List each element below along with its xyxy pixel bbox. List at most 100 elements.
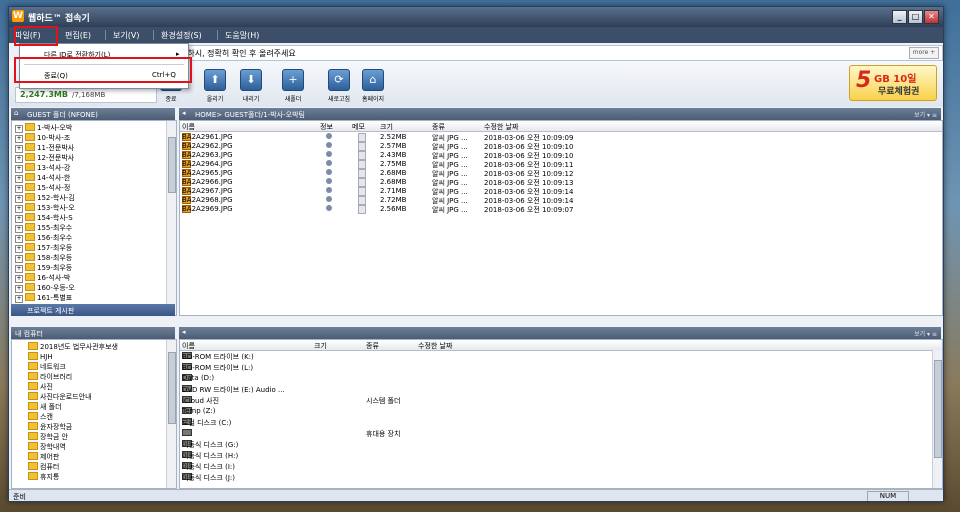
- upload-button[interactable]: ⬆ 올리기: [199, 69, 231, 103]
- new-folder-button[interactable]: + 새폴더: [277, 69, 309, 103]
- expand-icon[interactable]: +: [15, 205, 23, 213]
- folder-tree-item[interactable]: +15-석사-정: [15, 183, 70, 193]
- folder-tree-item[interactable]: +153-학사-오: [15, 203, 75, 213]
- expand-icon[interactable]: +: [15, 215, 23, 223]
- expand-icon[interactable]: +: [15, 195, 23, 203]
- file-row[interactable]: BA2A2962.JPG 2.57MB 알씨 JPG ... 2018-03-06 오…: [180, 142, 932, 151]
- col-size[interactable]: 크기: [380, 122, 393, 132]
- menu-view[interactable]: 보기(V): [113, 30, 139, 41]
- col-date[interactable]: 수정한 날짜: [484, 122, 518, 132]
- folder-tree-item[interactable]: +10-박사-조: [15, 133, 70, 143]
- expand-icon[interactable]: +: [15, 185, 23, 193]
- folder-tree-item[interactable]: +13-석사-강: [15, 163, 70, 173]
- local-tree-item[interactable]: 스캔: [26, 412, 53, 421]
- local-tree-item[interactable]: 사진: [26, 382, 53, 391]
- homepage-button[interactable]: ⌂ 홈페이지: [357, 69, 389, 103]
- expand-icon[interactable]: +: [15, 165, 23, 173]
- col-name[interactable]: 이름: [182, 341, 195, 351]
- col-memo[interactable]: 메모: [352, 122, 365, 132]
- menu-settings[interactable]: 환경설정(S): [161, 30, 202, 41]
- folder-tree-item[interactable]: +156-최우수: [15, 233, 72, 243]
- file-row[interactable]: BA2A2969.JPG 2.56MB 알씨 JPG ... 2018-03-06 오…: [180, 205, 932, 214]
- local-tree-item[interactable]: 장학내역: [26, 442, 66, 451]
- local-file-row[interactable]: Temp (Z:): [180, 407, 930, 416]
- col-date[interactable]: 수정한 날짜: [418, 341, 452, 351]
- maximize-button[interactable]: □: [908, 10, 923, 24]
- file-row[interactable]: BA2A2964.JPG 2.75MB 알씨 JPG ... 2018-03-06 오…: [180, 160, 932, 169]
- more-button[interactable]: more +: [909, 47, 939, 59]
- expand-icon[interactable]: +: [15, 175, 23, 183]
- folder-tree-item[interactable]: +157-최우등: [15, 243, 72, 253]
- local-tree-item[interactable]: 네트워크: [26, 362, 66, 371]
- local-tree-item[interactable]: HJH: [26, 352, 53, 361]
- col-type[interactable]: 종류: [366, 341, 379, 351]
- expand-icon[interactable]: +: [15, 275, 23, 283]
- folder-tree-item[interactable]: +159-최우등: [15, 263, 72, 273]
- local-file-row[interactable]: 로컬 디스크 (C:): [180, 418, 930, 427]
- local-file-row[interactable]: iCloud 사진 시스템 폴더: [180, 396, 930, 405]
- local-file-row[interactable]: DVD RW 드라이브 (E:) Audio ...: [180, 385, 930, 394]
- folder-tree-item[interactable]: +11-전문박사: [15, 143, 74, 153]
- local-tree-item[interactable]: 윤자장학금: [26, 422, 72, 431]
- promo-banner[interactable]: 5 GB 10일 무료체험권: [849, 65, 937, 101]
- folder-tree-item[interactable]: +158-최우등: [15, 253, 72, 263]
- file-row[interactable]: BA2A2967.JPG 2.71MB 알씨 JPG ... 2018-03-06 오…: [180, 187, 932, 196]
- menu-help[interactable]: 도움말(H): [225, 30, 259, 41]
- local-file-row[interactable]: 이동식 디스크 (H:): [180, 451, 930, 460]
- view-toggle[interactable]: 보기 ▾ ≡: [914, 110, 937, 119]
- local-tree-item[interactable]: 장학금 안: [26, 432, 68, 441]
- expand-icon[interactable]: +: [15, 155, 23, 163]
- col-info[interactable]: 정보: [320, 122, 333, 132]
- local-file-row[interactable]: BD-ROM 드라이브 (K:): [180, 352, 930, 361]
- local-file-row[interactable]: Data (D:): [180, 374, 930, 383]
- col-size[interactable]: 크기: [314, 341, 327, 351]
- file-row[interactable]: BA2A2963.JPG 2.43MB 알씨 JPG ... 2018-03-06 오…: [180, 151, 932, 160]
- local-view-toggle[interactable]: 보기 ▾ ≡: [914, 329, 937, 338]
- minimize-button[interactable]: _: [892, 10, 907, 24]
- download-button[interactable]: ⬇ 내리기: [235, 69, 267, 103]
- col-name[interactable]: 이름: [182, 122, 195, 132]
- file-row[interactable]: BA2A2965.JPG 2.68MB 알씨 JPG ... 2018-03-06 오…: [180, 169, 932, 178]
- expand-icon[interactable]: +: [15, 225, 23, 233]
- expand-icon[interactable]: +: [15, 145, 23, 153]
- close-button[interactable]: ✕: [924, 10, 939, 24]
- local-tree-item[interactable]: 휴지통: [26, 472, 59, 481]
- expand-icon[interactable]: +: [15, 235, 23, 243]
- folder-tree-item[interactable]: +12-전문박사: [15, 153, 74, 163]
- file-row[interactable]: BA2A2966.JPG 2.68MB 알씨 JPG ... 2018-03-06 오…: [180, 178, 932, 187]
- refresh-button[interactable]: ⟳ 새로고침: [323, 69, 355, 103]
- file-row[interactable]: BA2A2961.JPG 2.52MB 알씨 JPG ... 2018-03-06 오…: [180, 133, 932, 142]
- expand-icon[interactable]: +: [15, 255, 23, 263]
- local-file-row[interactable]: 이동식 디스크 (G:): [180, 440, 930, 449]
- local-tree-item[interactable]: 새 폴더: [26, 402, 62, 411]
- menu-edit[interactable]: 편집(E): [65, 30, 91, 41]
- file-row[interactable]: BA2A2968.JPG 2.72MB 알씨 JPG ... 2018-03-06 오…: [180, 196, 932, 205]
- back-icon[interactable]: ◂: [182, 109, 186, 117]
- local-tree-item[interactable]: 사진다운로드안내: [26, 392, 92, 401]
- folder-tree-item[interactable]: +161-특별표: [15, 293, 72, 303]
- folder-tree-item[interactable]: +160-우등-오: [15, 283, 75, 293]
- local-file-row[interactable]: 이동식 디스크 (J:): [180, 473, 930, 482]
- expand-icon[interactable]: +: [15, 135, 23, 143]
- local-tree-item[interactable]: 컴퓨터: [26, 462, 59, 471]
- expand-icon[interactable]: +: [15, 295, 23, 303]
- expand-icon[interactable]: +: [15, 265, 23, 273]
- expand-icon[interactable]: +: [15, 125, 23, 133]
- local-file-row[interactable]: 휴대용 장치: [180, 429, 930, 438]
- expand-icon[interactable]: +: [15, 245, 23, 253]
- project-board-header[interactable]: 프로젝트 게시판: [11, 304, 175, 316]
- local-file-row[interactable]: 이동식 디스크 (I:): [180, 462, 930, 471]
- title-bar[interactable]: W 웹하드™ 접속기 _ □ ✕: [9, 7, 943, 27]
- local-tree-item[interactable]: 제어판: [26, 452, 59, 461]
- back-icon[interactable]: ◂: [182, 328, 186, 336]
- local-tree-item[interactable]: 라이브러리: [26, 372, 72, 381]
- local-tree-item[interactable]: 2018년도 법무사관후보생: [26, 342, 118, 351]
- expand-icon[interactable]: +: [15, 285, 23, 293]
- local-file-row[interactable]: BD-ROM 드라이브 (L:): [180, 363, 930, 372]
- folder-tree-item[interactable]: +14-석사-한: [15, 173, 70, 183]
- folder-tree-item[interactable]: +155-최우수: [15, 223, 72, 233]
- folder-tree-item[interactable]: +154-학사-S: [15, 213, 73, 223]
- folder-tree-item[interactable]: +1-박사-오박: [15, 123, 72, 133]
- folder-tree-item[interactable]: +16-석사-박: [15, 273, 70, 283]
- col-type[interactable]: 종류: [432, 122, 445, 132]
